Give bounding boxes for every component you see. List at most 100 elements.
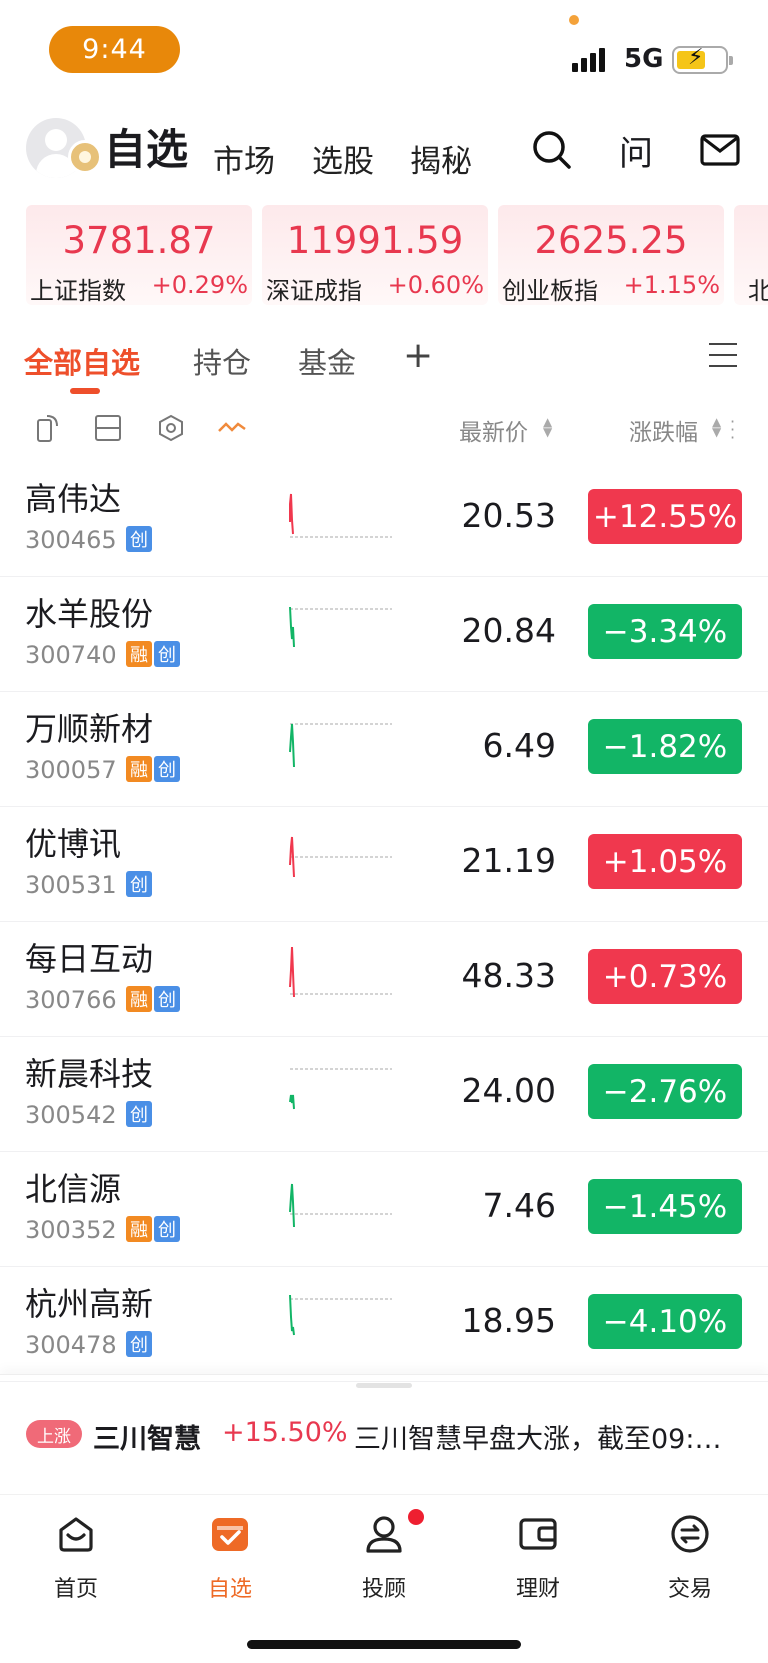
- sparkline-chart: [289, 723, 392, 768]
- sparkline-chart: [289, 493, 392, 538]
- app-header: 自选 市场 选股 揭秘 问: [0, 110, 768, 190]
- change-badge[interactable]: +12.55%: [588, 489, 742, 544]
- change-badge[interactable]: +0.73%: [588, 949, 742, 1004]
- stock-row[interactable]: 杭州高新 300478 创 18.95 −4.10%: [0, 1267, 768, 1382]
- drag-handle[interactable]: [356, 1383, 412, 1388]
- column-header-price[interactable]: 最新价: [459, 413, 528, 447]
- mail-icon[interactable]: [698, 128, 742, 172]
- stock-row[interactable]: 高伟达 300465 创 20.53 +12.55%: [0, 462, 768, 577]
- wallet-icon: [519, 1518, 557, 1550]
- tab-market[interactable]: 市场: [213, 136, 275, 181]
- change-badge[interactable]: −3.34%: [588, 604, 742, 659]
- battery-icon: ⚡: [672, 45, 733, 74]
- ask-icon[interactable]: 问: [614, 128, 658, 174]
- status-time: 9:44: [49, 26, 180, 73]
- watchlist: 高伟达 300465 创 20.53 +12.55% 水羊股份 300740 融…: [0, 462, 768, 1382]
- trade-icon: [671, 1515, 709, 1553]
- sparkline-chart: [289, 606, 392, 648]
- index-value: 2625.25: [534, 219, 688, 262]
- stock-code: 300531: [25, 871, 117, 899]
- stock-row[interactable]: 每日互动 300766 融创 48.33 +0.73%: [0, 922, 768, 1037]
- margin-tag: 融: [126, 986, 152, 1012]
- nav-wealth[interactable]: 理财: [488, 1513, 588, 1603]
- change-badge[interactable]: −2.76%: [588, 1064, 742, 1119]
- index-strip[interactable]: 3781.87 上证指数 +0.29% 11991.59 深证成指 +0.60%…: [0, 205, 768, 305]
- advisor-icon: [366, 1516, 402, 1553]
- stock-row[interactable]: 北信源 300352 融创 7.46 −1.45%: [0, 1152, 768, 1267]
- index-card-partial[interactable]: 北: [734, 205, 768, 305]
- tab-funds[interactable]: 基金: [298, 340, 356, 382]
- column-header-change[interactable]: 涨跌幅: [629, 413, 698, 447]
- news-tag-badge: 上涨: [26, 1420, 82, 1448]
- trend-line-icon[interactable]: [217, 413, 247, 443]
- index-name: 上证指数: [30, 277, 126, 305]
- stock-name: 水羊股份: [25, 595, 154, 633]
- sparkline-chart: [289, 1294, 392, 1336]
- change-badge[interactable]: +1.05%: [588, 834, 742, 889]
- nav-label: 自选: [207, 1577, 252, 1602]
- stock-price: 7.46: [482, 1186, 556, 1225]
- recording-indicator: [569, 15, 579, 25]
- stock-code: 300740: [25, 641, 117, 669]
- menu-icon[interactable]: [709, 343, 737, 369]
- stock-price: 20.84: [461, 611, 556, 650]
- settings-hex-icon[interactable]: [156, 413, 186, 443]
- member-badge-icon: [68, 140, 102, 174]
- tab-all-watchlist[interactable]: 全部自选: [24, 340, 140, 382]
- nav-label: 投顾: [361, 1577, 406, 1602]
- margin-tag: 融: [126, 1216, 152, 1242]
- nav-trade[interactable]: 交易: [640, 1513, 740, 1603]
- chinext-tag: 创: [154, 756, 180, 782]
- nav-label: 首页: [53, 1577, 98, 1602]
- stock-name: 杭州高新: [25, 1285, 154, 1323]
- rotate-phone-icon[interactable]: [33, 413, 63, 443]
- sort-price-icon[interactable]: ▲ ▼: [543, 416, 552, 438]
- nav-label: 交易: [667, 1577, 712, 1602]
- nav-watchlist[interactable]: 自选: [180, 1513, 280, 1603]
- home-icon: [59, 1517, 93, 1552]
- home-indicator: [247, 1640, 521, 1649]
- more-columns-icon[interactable]: · · ·: [730, 414, 735, 446]
- stock-code: 300057: [25, 756, 117, 784]
- sparkline-chart: [289, 1183, 392, 1228]
- stock-name: 北信源: [25, 1170, 122, 1208]
- chinext-tag: 创: [126, 871, 152, 897]
- index-change: +0.29%: [151, 271, 248, 299]
- stock-row[interactable]: 水羊股份 300740 融创 20.84 −3.34%: [0, 577, 768, 692]
- stock-row[interactable]: 新晨科技 300542 创 24.00 −2.76%: [0, 1037, 768, 1152]
- news-stock-change: +15.50%: [222, 1417, 348, 1448]
- nav-home[interactable]: 首页: [26, 1513, 126, 1603]
- network-type: 5G: [624, 44, 664, 74]
- news-ticker[interactable]: 上涨 三川智慧 +15.50% 三川智慧早盘大涨，截至09:…: [0, 1374, 768, 1494]
- chinext-tag: 创: [154, 1216, 180, 1242]
- layout-split-icon[interactable]: [93, 413, 123, 443]
- index-card-shanghai[interactable]: 3781.87 上证指数 +0.29%: [26, 205, 252, 305]
- add-group-button[interactable]: +: [403, 335, 433, 376]
- stock-price: 48.33: [461, 956, 556, 995]
- index-card-shenzhen[interactable]: 11991.59 深证成指 +0.60%: [262, 205, 488, 305]
- change-badge[interactable]: −4.10%: [588, 1294, 742, 1349]
- stock-name: 每日互动: [25, 940, 154, 978]
- active-tab-indicator: [70, 388, 100, 394]
- stock-code: 300766: [25, 986, 117, 1014]
- change-badge[interactable]: −1.82%: [588, 719, 742, 774]
- sparkline-chart: [289, 836, 392, 878]
- stock-price: 18.95: [461, 1301, 556, 1340]
- stock-row[interactable]: 优博讯 300531 创 21.19 +1.05%: [0, 807, 768, 922]
- stock-name: 优博讯: [25, 825, 122, 863]
- sort-change-icon[interactable]: ▲ ▼: [712, 416, 721, 438]
- stock-row[interactable]: 万顺新材 300057 融创 6.49 −1.82%: [0, 692, 768, 807]
- index-card-chinext[interactable]: 2625.25 创业板指 +1.15%: [498, 205, 724, 305]
- search-icon[interactable]: [530, 128, 574, 172]
- margin-tag: 融: [126, 641, 152, 667]
- tab-holdings[interactable]: 持仓: [193, 340, 251, 382]
- tab-reveal[interactable]: 揭秘: [410, 136, 472, 181]
- news-headline[interactable]: 三川智慧早盘大涨，截至09:…: [354, 1417, 746, 1456]
- nav-advisor[interactable]: 投顾: [334, 1513, 434, 1603]
- index-name: 创业板指: [502, 277, 598, 305]
- stock-price: 24.00: [461, 1071, 556, 1110]
- change-badge[interactable]: −1.45%: [588, 1179, 742, 1234]
- tab-stock-picker[interactable]: 选股: [312, 136, 374, 181]
- watchlist-icon: [212, 1518, 248, 1551]
- news-stock-name: 三川智慧: [93, 1424, 201, 1455]
